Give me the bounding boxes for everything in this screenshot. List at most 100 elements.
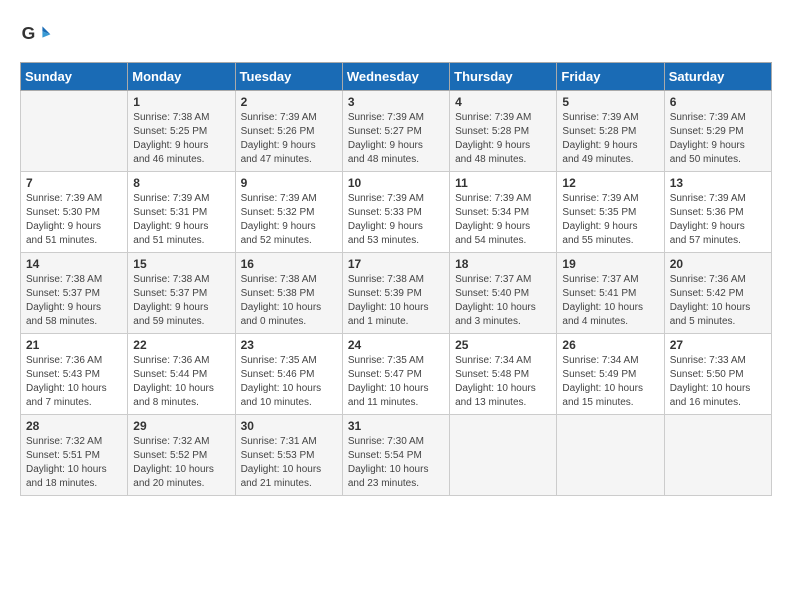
day-number: 6 [670,95,766,109]
calendar-cell: 3 Sunrise: 7:39 AM Sunset: 5:27 PM Daylig… [342,91,449,172]
day-number: 8 [133,176,229,190]
day-info: Sunrise: 7:39 AM Sunset: 5:31 PM Dayligh… [133,192,229,248]
calendar-cell [557,415,664,496]
day-info: Sunrise: 7:39 AM Sunset: 5:35 PM Dayligh… [562,192,658,248]
calendar-cell: 12 Sunrise: 7:39 AM Sunset: 5:35 PM Dayli… [557,172,664,253]
week-row-3: 14 Sunrise: 7:38 AM Sunset: 5:37 PM Dayli… [21,253,772,334]
day-info: Sunrise: 7:39 AM Sunset: 5:36 PM Dayligh… [670,192,766,248]
day-number: 9 [241,176,337,190]
calendar-cell: 24 Sunrise: 7:35 AM Sunset: 5:47 PM Dayli… [342,334,449,415]
day-info: Sunrise: 7:36 AM Sunset: 5:44 PM Dayligh… [133,354,229,410]
header-sunday: Sunday [21,63,128,91]
day-info: Sunrise: 7:37 AM Sunset: 5:40 PM Dayligh… [455,273,551,329]
calendar-cell: 22 Sunrise: 7:36 AM Sunset: 5:44 PM Dayli… [128,334,235,415]
day-number: 18 [455,257,551,271]
day-info: Sunrise: 7:39 AM Sunset: 5:28 PM Dayligh… [455,111,551,167]
calendar-cell: 9 Sunrise: 7:39 AM Sunset: 5:32 PM Daylig… [235,172,342,253]
day-info: Sunrise: 7:35 AM Sunset: 5:46 PM Dayligh… [241,354,337,410]
day-info: Sunrise: 7:39 AM Sunset: 5:30 PM Dayligh… [26,192,122,248]
day-info: Sunrise: 7:36 AM Sunset: 5:42 PM Dayligh… [670,273,766,329]
calendar-cell: 10 Sunrise: 7:39 AM Sunset: 5:33 PM Dayli… [342,172,449,253]
week-row-4: 21 Sunrise: 7:36 AM Sunset: 5:43 PM Dayli… [21,334,772,415]
day-info: Sunrise: 7:39 AM Sunset: 5:29 PM Dayligh… [670,111,766,167]
day-number: 21 [26,338,122,352]
calendar-cell: 15 Sunrise: 7:38 AM Sunset: 5:37 PM Dayli… [128,253,235,334]
day-number: 27 [670,338,766,352]
calendar-cell: 11Sunrise: 7:39 AM Sunset: 5:34 PM Dayli… [450,172,557,253]
calendar-cell: 31 Sunrise: 7:30 AM Sunset: 5:54 PM Dayli… [342,415,449,496]
calendar-table: SundayMondayTuesdayWednesdayThursdayFrid… [20,62,772,496]
svg-text:G: G [22,23,36,43]
header-saturday: Saturday [664,63,771,91]
calendar-cell: 17Sunrise: 7:38 AM Sunset: 5:39 PM Dayli… [342,253,449,334]
calendar-cell: 2Sunrise: 7:39 AM Sunset: 5:26 PM Daylig… [235,91,342,172]
day-number: 7 [26,176,122,190]
day-info: Sunrise: 7:39 AM Sunset: 5:27 PM Dayligh… [348,111,444,167]
day-number: 3 [348,95,444,109]
calendar-cell [21,91,128,172]
day-info: Sunrise: 7:37 AM Sunset: 5:41 PM Dayligh… [562,273,658,329]
header-thursday: Thursday [450,63,557,91]
day-number: 23 [241,338,337,352]
calendar-cell: 6 Sunrise: 7:39 AM Sunset: 5:29 PM Daylig… [664,91,771,172]
calendar-cell: 16Sunrise: 7:38 AM Sunset: 5:38 PM Dayli… [235,253,342,334]
day-number: 28 [26,419,122,433]
day-number: 20 [670,257,766,271]
day-number: 13 [670,176,766,190]
calendar-cell: 8 Sunrise: 7:39 AM Sunset: 5:31 PM Daylig… [128,172,235,253]
day-number: 29 [133,419,229,433]
day-number: 30 [241,419,337,433]
calendar-cell [450,415,557,496]
calendar-cell: 28 Sunrise: 7:32 AM Sunset: 5:51 PM Dayli… [21,415,128,496]
header-wednesday: Wednesday [342,63,449,91]
day-info: Sunrise: 7:38 AM Sunset: 5:37 PM Dayligh… [133,273,229,329]
day-number: 12 [562,176,658,190]
day-number: 17 [348,257,444,271]
header-friday: Friday [557,63,664,91]
calendar-cell: 25Sunrise: 7:34 AM Sunset: 5:48 PM Dayli… [450,334,557,415]
day-number: 15 [133,257,229,271]
day-number: 16 [241,257,337,271]
day-info: Sunrise: 7:39 AM Sunset: 5:28 PM Dayligh… [562,111,658,167]
day-info: Sunrise: 7:39 AM Sunset: 5:26 PM Dayligh… [241,111,337,167]
calendar-cell [664,415,771,496]
day-info: Sunrise: 7:32 AM Sunset: 5:52 PM Dayligh… [133,435,229,491]
day-number: 22 [133,338,229,352]
calendar-cell: 21 Sunrise: 7:36 AM Sunset: 5:43 PM Dayli… [21,334,128,415]
calendar-cell: 1 Sunrise: 7:38 AM Sunset: 5:25 PM Daylig… [128,91,235,172]
calendar-cell: 4 Sunrise: 7:39 AM Sunset: 5:28 PM Daylig… [450,91,557,172]
day-info: Sunrise: 7:32 AM Sunset: 5:51 PM Dayligh… [26,435,122,491]
logo-icon: G [20,20,52,52]
day-info: Sunrise: 7:34 AM Sunset: 5:49 PM Dayligh… [562,354,658,410]
header-monday: Monday [128,63,235,91]
day-number: 31 [348,419,444,433]
header-row: SundayMondayTuesdayWednesdayThursdayFrid… [21,63,772,91]
day-number: 14 [26,257,122,271]
day-info: Sunrise: 7:34 AM Sunset: 5:48 PM Dayligh… [455,354,551,410]
day-number: 4 [455,95,551,109]
day-info: Sunrise: 7:35 AM Sunset: 5:47 PM Dayligh… [348,354,444,410]
day-number: 5 [562,95,658,109]
day-info: Sunrise: 7:30 AM Sunset: 5:54 PM Dayligh… [348,435,444,491]
day-info: Sunrise: 7:38 AM Sunset: 5:37 PM Dayligh… [26,273,122,329]
header-tuesday: Tuesday [235,63,342,91]
day-info: Sunrise: 7:39 AM Sunset: 5:33 PM Dayligh… [348,192,444,248]
calendar-cell: 5 Sunrise: 7:39 AM Sunset: 5:28 PM Daylig… [557,91,664,172]
calendar-cell: 27Sunrise: 7:33 AM Sunset: 5:50 PM Dayli… [664,334,771,415]
week-row-2: 7 Sunrise: 7:39 AM Sunset: 5:30 PM Daylig… [21,172,772,253]
calendar-cell: 13 Sunrise: 7:39 AM Sunset: 5:36 PM Dayli… [664,172,771,253]
calendar-cell: 26Sunrise: 7:34 AM Sunset: 5:49 PM Dayli… [557,334,664,415]
calendar-cell: 19Sunrise: 7:37 AM Sunset: 5:41 PM Dayli… [557,253,664,334]
day-info: Sunrise: 7:38 AM Sunset: 5:25 PM Dayligh… [133,111,229,167]
day-number: 11 [455,176,551,190]
calendar-cell: 18 Sunrise: 7:37 AM Sunset: 5:40 PM Dayli… [450,253,557,334]
page-header: G [20,20,772,52]
day-number: 1 [133,95,229,109]
logo: G [20,20,56,52]
day-number: 10 [348,176,444,190]
day-info: Sunrise: 7:36 AM Sunset: 5:43 PM Dayligh… [26,354,122,410]
calendar-cell: 29 Sunrise: 7:32 AM Sunset: 5:52 PM Dayli… [128,415,235,496]
calendar-cell: 7 Sunrise: 7:39 AM Sunset: 5:30 PM Daylig… [21,172,128,253]
day-number: 24 [348,338,444,352]
day-info: Sunrise: 7:39 AM Sunset: 5:32 PM Dayligh… [241,192,337,248]
